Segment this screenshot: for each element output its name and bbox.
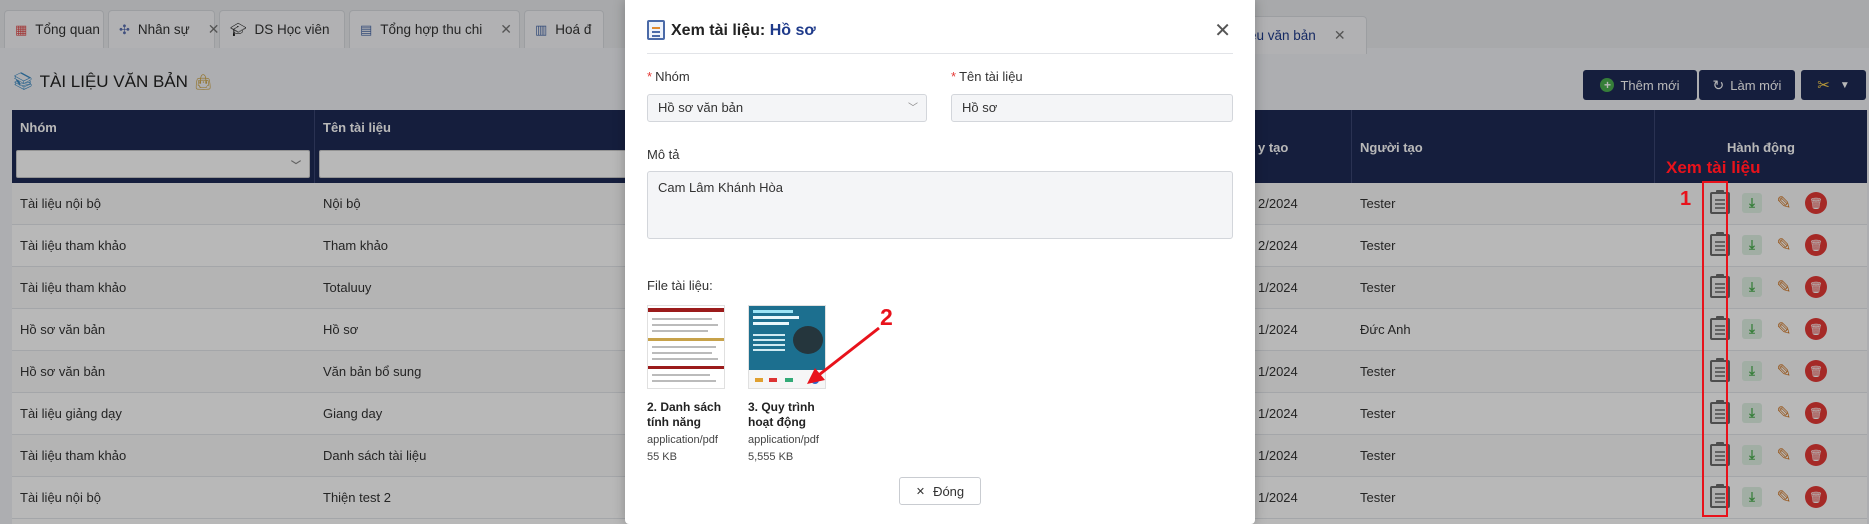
annotation-number: 1	[1680, 188, 1692, 210]
group-select[interactable]: Hồ sơ văn bản ﹀	[647, 94, 927, 122]
group-label: * Nhóm	[647, 69, 690, 84]
close-icon[interactable]: ✕	[1214, 18, 1231, 43]
description-label: Mô tả	[647, 147, 680, 162]
file-name[interactable]: 3. Quy trình hoạt động	[748, 400, 815, 430]
annotation-arrow	[807, 326, 880, 384]
close-icon: ✕	[915, 485, 926, 498]
description-textarea[interactable]: Cam Lâm Khánh Hòa	[647, 171, 1233, 239]
file-meta: application/pdf 55 KB	[647, 434, 718, 463]
chevron-down-icon: ﹀	[908, 103, 918, 114]
file-thumbnail[interactable]	[647, 305, 725, 389]
name-label: * Tên tài liệu	[951, 69, 1023, 84]
name-input[interactable]: Hồ sơ	[951, 94, 1233, 122]
annotation-label: Xem tài liệu	[1666, 158, 1761, 177]
files-label: File tài liệu:	[647, 278, 713, 293]
file-meta: application/pdf 5,555 KB	[748, 434, 819, 463]
annotation-box	[1702, 181, 1728, 517]
modal-title: Xem tài liệu: Hồ sơ	[671, 22, 816, 39]
clipboard-icon	[647, 20, 665, 40]
close-button[interactable]: ✕ Đóng	[899, 477, 981, 505]
file-name[interactable]: 2. Danh sách tính năng	[647, 400, 721, 430]
annotation-number: 2	[880, 304, 893, 330]
modal-header: Xem tài liệu: Hồ sơ ✕	[647, 18, 1233, 54]
view-document-modal: Xem tài liệu: Hồ sơ ✕ * Nhóm Hồ sơ văn bả…	[625, 0, 1255, 524]
